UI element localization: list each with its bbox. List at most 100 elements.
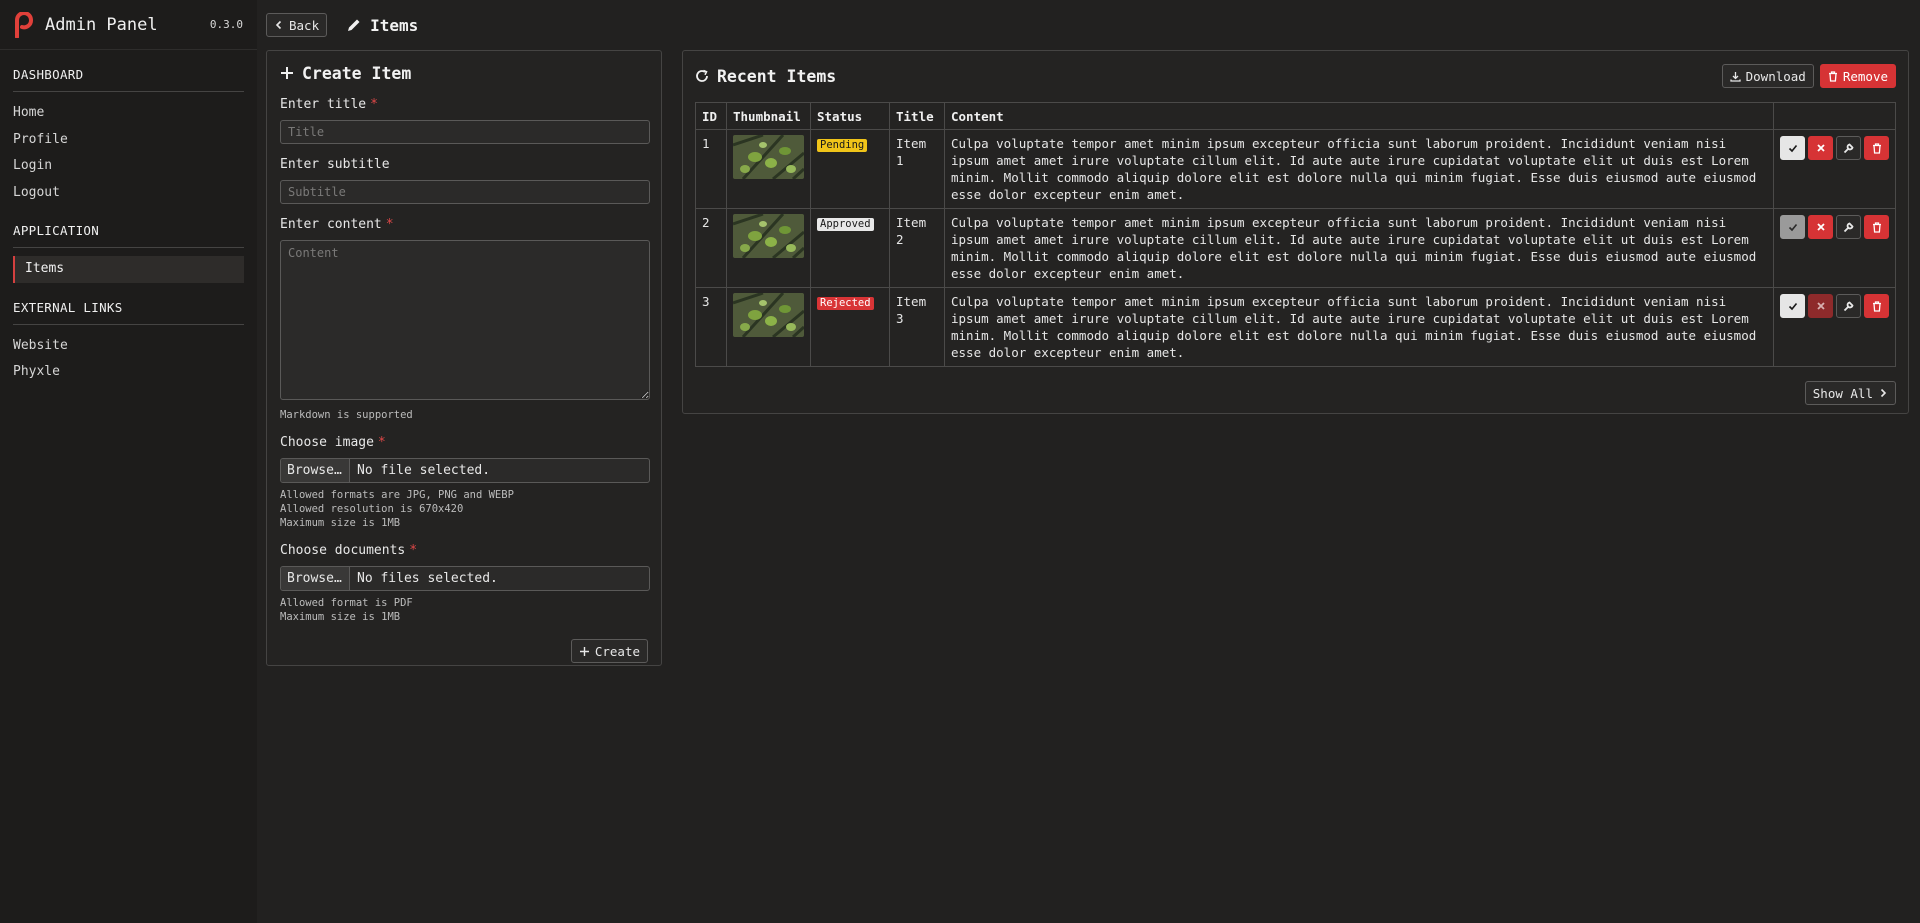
content-hint: Markdown is supported bbox=[280, 409, 413, 421]
cell-id: 1 bbox=[695, 129, 727, 209]
trash-icon bbox=[1828, 70, 1837, 82]
approve-button[interactable] bbox=[1780, 215, 1805, 239]
subtitle-label: Enter subtitle bbox=[280, 157, 648, 173]
docs-browse-button[interactable]: Browse… bbox=[281, 567, 350, 590]
app-version: 0.3.0 bbox=[209, 18, 243, 31]
image-label: Choose image * bbox=[280, 435, 648, 451]
column-header-title[interactable]: Title bbox=[889, 102, 945, 130]
table-row: 1 Pending Item 1 Culpa voluptate tempor … bbox=[695, 129, 1896, 209]
recent-items-table: ID Thumbnail Status Title Content 1 Pend… bbox=[695, 102, 1896, 367]
edit-button[interactable] bbox=[1836, 136, 1861, 160]
show-all-row: Show All bbox=[695, 381, 1896, 405]
cell-title: Item 2 bbox=[889, 208, 945, 288]
cell-id: 2 bbox=[695, 208, 727, 288]
sidebar-item-phyxle[interactable]: Phyxle bbox=[13, 359, 244, 386]
nav-heading: APPLICATION bbox=[13, 206, 244, 248]
cell-content: Culpa voluptate tempor amet minim ipsum … bbox=[944, 129, 1774, 209]
nav-section-application: APPLICATION Items bbox=[0, 206, 257, 283]
sidebar: Admin Panel 0.3.0 DASHBOARD Home Profile… bbox=[0, 0, 257, 923]
recent-items-header: Recent Items Download Remove bbox=[695, 64, 1896, 88]
cell-actions bbox=[1773, 129, 1896, 209]
title-input[interactable] bbox=[280, 120, 650, 144]
back-button[interactable]: Back bbox=[266, 13, 328, 37]
cell-status: Pending bbox=[810, 129, 890, 209]
docs-label-text: Choose documents bbox=[280, 543, 406, 558]
close-icon bbox=[1816, 302, 1825, 310]
cell-id: 3 bbox=[695, 287, 727, 367]
image-hint: Maximum size is 1MB bbox=[280, 517, 401, 529]
approve-button[interactable] bbox=[1780, 294, 1805, 318]
delete-button[interactable] bbox=[1864, 136, 1889, 160]
sidebar-item-logout[interactable]: Logout bbox=[13, 180, 244, 207]
column-header-status[interactable]: Status bbox=[810, 102, 890, 130]
image-label-text: Choose image bbox=[280, 435, 374, 450]
sidebar-item-profile[interactable]: Profile bbox=[13, 127, 244, 154]
content-label-text: Enter content bbox=[280, 217, 382, 232]
required-mark: * bbox=[370, 97, 378, 112]
status-badge: Approved bbox=[817, 218, 874, 231]
edit-button[interactable] bbox=[1836, 215, 1861, 239]
cell-status: Rejected bbox=[810, 287, 890, 367]
subtitle-label-text: Enter subtitle bbox=[280, 157, 390, 172]
column-header-thumbnail[interactable]: Thumbnail bbox=[726, 102, 811, 130]
create-button[interactable]: Create bbox=[570, 639, 648, 663]
download-label: Download bbox=[1745, 68, 1806, 84]
cell-thumbnail bbox=[726, 287, 811, 367]
trash-icon bbox=[1872, 300, 1881, 312]
wrench-icon bbox=[1843, 143, 1853, 154]
image-hint: Allowed resolution is 670x420 bbox=[280, 503, 464, 515]
recent-actions: Download Remove bbox=[1721, 64, 1896, 88]
page-title-text: Items bbox=[370, 15, 419, 35]
show-all-label: Show All bbox=[1812, 385, 1873, 401]
nav-section-external-links: EXTERNAL LINKS Website Phyxle bbox=[0, 283, 257, 386]
sidebar-item-login[interactable]: Login bbox=[13, 153, 244, 180]
sidebar-item-home[interactable]: Home bbox=[13, 100, 244, 127]
plus-icon bbox=[579, 646, 589, 656]
image-browse-button[interactable]: Browse… bbox=[281, 459, 350, 482]
edit-button[interactable] bbox=[1836, 294, 1861, 318]
close-icon bbox=[1816, 144, 1825, 152]
trash-icon bbox=[1872, 142, 1881, 154]
thumbnail-image bbox=[733, 214, 804, 258]
sidebar-item-items[interactable]: Items bbox=[13, 256, 244, 283]
download-icon bbox=[1729, 71, 1741, 82]
reject-button[interactable] bbox=[1808, 136, 1833, 160]
create-item-panel: Create Item Enter title* Enter subtitle … bbox=[266, 50, 662, 666]
download-button[interactable]: Download bbox=[1721, 64, 1814, 88]
reject-button[interactable] bbox=[1808, 294, 1833, 318]
delete-button[interactable] bbox=[1864, 215, 1889, 239]
docs-file-input[interactable]: Browse… No files selected. bbox=[280, 566, 650, 591]
create-item-title: Create Item bbox=[280, 62, 648, 84]
reject-button[interactable] bbox=[1808, 215, 1833, 239]
nav-heading: EXTERNAL LINKS bbox=[13, 283, 244, 325]
app-title: Admin Panel bbox=[45, 14, 158, 35]
subtitle-input[interactable] bbox=[280, 180, 650, 204]
sidebar-item-website[interactable]: Website bbox=[13, 333, 244, 360]
content-textarea[interactable] bbox=[280, 240, 650, 400]
row-actions bbox=[1780, 215, 1889, 239]
docs-hint: Allowed format is PDF bbox=[280, 597, 413, 609]
approve-button[interactable] bbox=[1780, 136, 1805, 160]
page-header: Back Items bbox=[266, 13, 418, 37]
required-mark: * bbox=[377, 435, 386, 450]
plus-icon bbox=[281, 67, 293, 79]
delete-button[interactable] bbox=[1864, 294, 1889, 318]
show-all-button[interactable]: Show All bbox=[1804, 381, 1896, 405]
remove-button[interactable]: Remove bbox=[1819, 64, 1896, 88]
page-title: Items bbox=[346, 16, 418, 35]
image-hints: Allowed formats are JPG, PNG and WEBP Al… bbox=[280, 488, 648, 530]
title-label-text: Enter title bbox=[280, 97, 367, 112]
brand: Admin Panel 0.3.0 bbox=[0, 0, 257, 50]
recent-items-panel: Recent Items Download Remove ID Thumbnai… bbox=[682, 50, 1909, 414]
cell-actions bbox=[1773, 208, 1896, 288]
cell-thumbnail bbox=[726, 208, 811, 288]
column-header-content[interactable]: Content bbox=[944, 102, 1774, 130]
required-mark: * bbox=[409, 543, 418, 558]
cell-title: Item 1 bbox=[889, 129, 945, 209]
cell-title: Item 3 bbox=[889, 287, 945, 367]
refresh-icon[interactable] bbox=[695, 69, 709, 83]
image-file-input[interactable]: Browse… No file selected. bbox=[280, 458, 650, 483]
status-badge: Rejected bbox=[817, 297, 874, 310]
create-button-label: Create bbox=[594, 643, 640, 659]
column-header-id[interactable]: ID bbox=[695, 102, 727, 130]
